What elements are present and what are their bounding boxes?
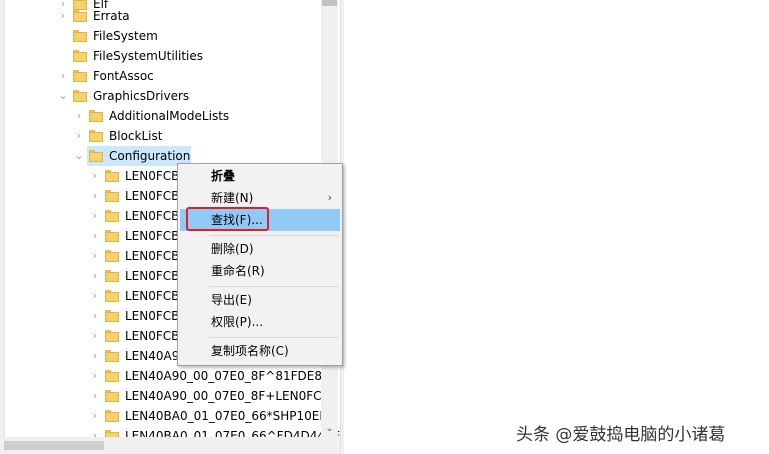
menu-item-copy-key-name[interactable]: 复制项名称(C) [180,340,340,362]
chevron-down-icon[interactable]: ⌄ [74,146,84,166]
chevron-right-icon[interactable]: › [74,106,84,126]
menu-separator [209,286,339,287]
menu-separator [209,337,339,338]
vertical-scroll-thumb[interactable] [322,0,337,6]
folder-icon [105,270,119,282]
folder-icon [73,90,87,102]
menu-item-delete[interactable]: 删除(D) [180,238,340,260]
chevron-right-icon[interactable]: › [58,66,68,86]
folder-icon [105,390,119,402]
folder-icon [105,230,119,242]
menu-item-permissions[interactable]: 权限(P)... [180,311,340,333]
chevron-right-icon[interactable]: › [90,406,100,426]
folder-icon [73,70,87,82]
folder-icon [105,210,119,222]
chevron-right-icon[interactable]: › [90,306,100,326]
folder-icon [105,290,119,302]
folder-icon [105,250,119,262]
chevron-right-icon[interactable]: › [90,226,100,246]
tree-item-subkey[interactable]: › LEN40BA0_01_07E0_66*SHP10EE0 [0,406,335,426]
menu-item-rename[interactable]: 重命名(R) [180,260,340,282]
tree-item-subkey[interactable]: › LEN40A90_00_07E0_8F+LEN0FCBC [0,386,338,406]
folder-icon [105,370,119,382]
chevron-right-icon[interactable]: › [90,206,100,226]
horizontal-scroll-thumb[interactable] [4,441,104,450]
tree-item-fontassoc[interactable]: › FontAssoc [0,66,320,86]
folder-icon [105,330,119,342]
tree-item-graphicsdrivers[interactable]: ⌄ GraphicsDrivers [0,86,320,106]
scroll-down-icon[interactable]: ⌄ [321,420,338,437]
chevron-right-icon[interactable]: › [90,366,100,386]
chevron-right-icon[interactable]: › [90,266,100,286]
chevron-right-icon[interactable]: › [90,166,100,186]
annotation-highlight-box [186,207,269,231]
chevron-right-icon[interactable]: › [90,346,100,366]
folder-icon [89,130,103,142]
chevron-right-icon[interactable]: › [90,386,100,406]
chevron-right-icon[interactable]: › [90,286,100,306]
tree-item-subkey[interactable]: › LEN40A90_00_07E0_8F^81FDE8AB [0,366,339,386]
chevron-down-icon[interactable]: ⌄ [58,86,68,106]
watermark-text: 头条 @爱鼓捣电脑的小诸葛 [516,425,726,445]
chevron-right-icon[interactable]: › [90,246,100,266]
folder-icon [73,30,87,42]
tree-item-additionalmodelists[interactable]: › AdditionalModeLists [0,106,320,126]
chevron-right-icon[interactable]: › [58,6,68,26]
folder-icon [105,350,119,362]
tree-item-errata[interactable]: › Errata [0,6,320,26]
menu-item-collapse[interactable]: 折叠 [180,165,340,187]
menu-separator [209,235,339,236]
tree-item-filesystemutilities[interactable]: FileSystemUtilities [0,46,320,66]
folder-icon [105,170,119,182]
folder-icon [105,190,119,202]
folder-icon [105,310,119,322]
tree-item-blocklist[interactable]: › BlockList [0,126,320,146]
folder-icon [73,10,87,22]
folder-icon [89,110,103,122]
folder-icon [89,150,103,162]
tree-item-filesystem[interactable]: FileSystem [0,26,320,46]
context-menu: 折叠 新建(N) › 查找(F)... 删除(D) 重命名(R) 导出(E) 权… [177,163,343,366]
folder-icon [73,50,87,62]
folder-icon [105,410,119,422]
chevron-right-icon[interactable]: › [90,186,100,206]
submenu-arrow-icon: › [327,191,332,204]
chevron-right-icon[interactable]: › [74,126,84,146]
menu-item-export[interactable]: 导出(E) [180,289,340,311]
chevron-right-icon[interactable]: › [90,326,100,346]
menu-item-new[interactable]: 新建(N) › [180,187,340,209]
